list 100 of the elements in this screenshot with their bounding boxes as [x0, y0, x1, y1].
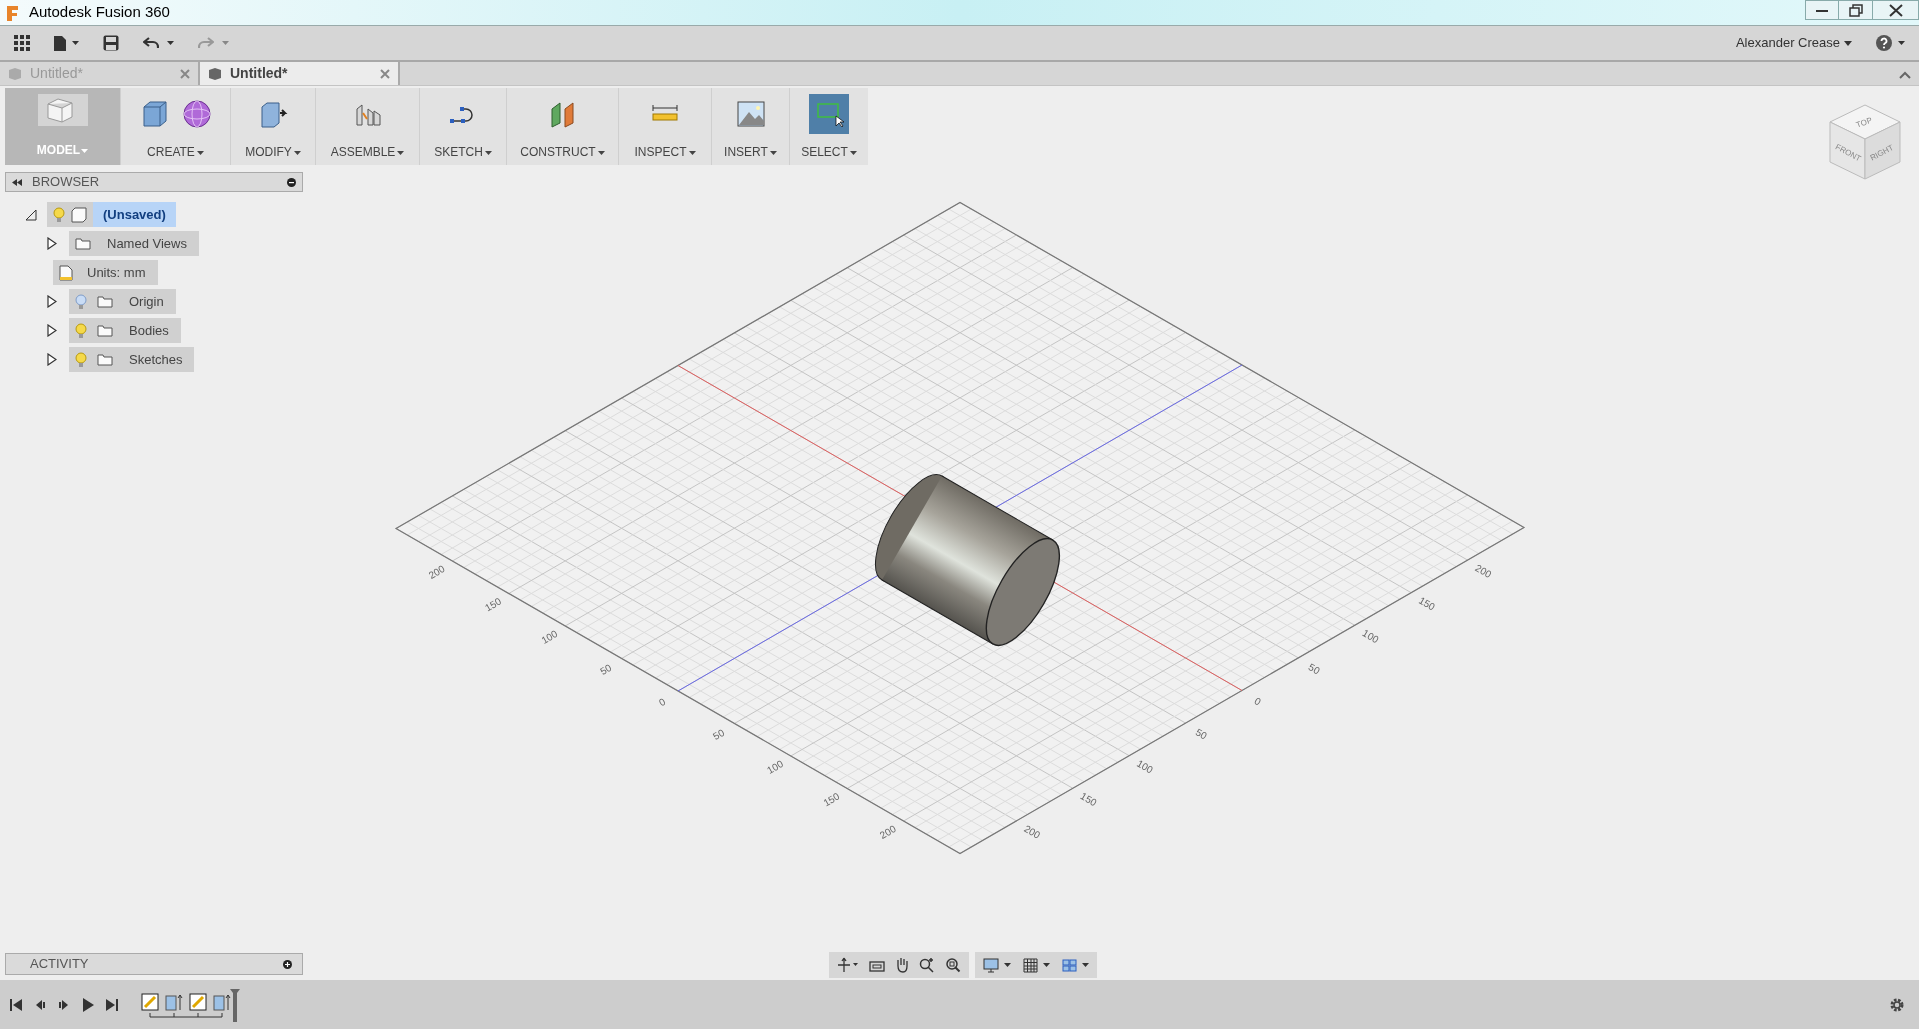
restore-button[interactable]	[1839, 0, 1873, 20]
tree-node[interactable]: Named Views	[69, 231, 199, 256]
step-forward-icon[interactable]	[58, 997, 70, 1012]
caret-icon	[1844, 40, 1852, 46]
grid-scale-label: 150	[1416, 594, 1437, 613]
dropdown-caret-icon	[1898, 41, 1905, 45]
panel-title: BROWSER	[32, 173, 100, 192]
save-icon[interactable]	[103, 35, 119, 51]
zoom-fit-icon[interactable]	[945, 957, 961, 973]
tab-title: Untitled*	[230, 64, 288, 83]
grid-scale-label: 200	[877, 823, 898, 841]
folder-icon	[97, 295, 113, 308]
folder-icon	[97, 353, 113, 366]
plus-circle-icon[interactable]	[283, 959, 292, 969]
expand-triangle-icon[interactable]	[47, 295, 57, 308]
grid-scale-label: 100	[539, 628, 560, 646]
redo-arrow-icon	[198, 37, 214, 49]
close-button[interactable]	[1873, 0, 1919, 20]
settings-icon[interactable]	[1889, 996, 1905, 1013]
cube-outline-icon	[37, 94, 88, 126]
document-ruler-icon	[59, 264, 73, 281]
timeline-features-drawing[interactable]	[140, 987, 240, 1022]
help-button[interactable]	[1876, 35, 1905, 51]
pin-icon[interactable]	[287, 177, 296, 187]
user-menu-button[interactable]: Alexander Crease	[1735, 33, 1852, 53]
grid-scale-label: 150	[483, 595, 504, 614]
skip-to-end-icon[interactable]	[106, 997, 118, 1012]
window-title: Autodesk Fusion 360	[29, 2, 170, 23]
minimize-icon	[1816, 8, 1828, 12]
dropdown-caret-icon	[1043, 963, 1050, 967]
dropdown-caret-icon	[1082, 963, 1089, 967]
document-tab[interactable]: Untitled*	[200, 62, 400, 85]
collapse-panel-icon[interactable]	[12, 178, 22, 186]
sphere-icon	[181, 99, 212, 129]
grid-scale-label: 50	[598, 661, 614, 677]
orbit-icon[interactable]	[837, 957, 859, 973]
hand-pan-icon[interactable]	[895, 957, 909, 973]
panel-title: ACTIVITY	[30, 955, 89, 974]
ribbon-tool-group[interactable]: INSERT	[711, 88, 789, 165]
undo-arrow-icon	[143, 37, 159, 49]
expand-triangle-icon[interactable]	[47, 353, 57, 366]
tree-node[interactable]: Sketches	[69, 347, 195, 372]
tree-node[interactable]: Origin	[69, 289, 176, 314]
grid-settings-button[interactable]	[1023, 957, 1050, 973]
restore-icon	[1848, 3, 1863, 17]
tree-node[interactable]: Units: mm	[53, 260, 158, 285]
tab-title: Untitled*	[30, 64, 83, 83]
ribbon-tool-group[interactable]: CREATE	[120, 88, 230, 165]
grid-scale-label: 50	[1306, 661, 1322, 677]
component-icon	[71, 206, 87, 223]
ribbon-tool-group[interactable]: CONSTRUCT	[506, 88, 618, 165]
viewports-button[interactable]	[1062, 958, 1089, 972]
ribbon-tool-group[interactable]: MODIFY	[230, 88, 315, 165]
cube-icon	[208, 66, 222, 81]
apps-grid-icon[interactable]	[14, 35, 30, 51]
collapse-ribbon-icon[interactable]	[1899, 71, 1911, 79]
tree-node[interactable]: Bodies	[69, 318, 181, 343]
expand-triangle-icon[interactable]	[47, 237, 57, 250]
file-icon	[54, 35, 66, 51]
grid-scale-label: 150	[821, 790, 842, 809]
grid-scale-label: 200	[426, 563, 447, 581]
zoom-icon[interactable]	[919, 957, 935, 973]
step-back-icon[interactable]	[34, 997, 46, 1012]
close-icon	[1888, 3, 1903, 17]
grid-scale-label: 150	[1078, 790, 1099, 809]
look-at-icon[interactable]	[869, 958, 885, 972]
collapse-triangle-icon[interactable]	[25, 208, 37, 221]
close-icon[interactable]	[380, 68, 390, 79]
caret-icon	[81, 148, 89, 153]
ribbon-tool-group[interactable]: SELECT	[789, 88, 868, 165]
grid-scale-label: 100	[1134, 757, 1155, 776]
app-logo-icon	[5, 3, 21, 22]
caret-icon	[849, 150, 857, 155]
display-settings-button[interactable]	[983, 957, 1011, 973]
expand-triangle-icon[interactable]	[47, 324, 57, 337]
grid-scale-label: 100	[765, 758, 786, 776]
caret-icon	[769, 150, 777, 155]
file-menu-button[interactable]	[54, 35, 79, 51]
ribbon-tool-group[interactable]: INSPECT	[618, 88, 711, 165]
tree-node[interactable]: (Unsaved)	[47, 202, 176, 227]
grid-scale-label: 200	[1473, 562, 1494, 580]
caret-icon	[484, 150, 492, 155]
minimize-button[interactable]	[1805, 0, 1839, 20]
undo-button[interactable]	[143, 37, 174, 49]
caret-icon	[397, 150, 405, 155]
caret-icon	[293, 150, 301, 155]
dropdown-caret-icon	[72, 41, 79, 45]
dropdown-caret-icon	[1004, 963, 1011, 967]
skip-to-start-icon[interactable]	[10, 997, 22, 1012]
grid-scale-label: 200	[1022, 822, 1043, 841]
play-icon[interactable]	[82, 997, 94, 1012]
grid-scale-label: 100	[1360, 627, 1381, 646]
caret-icon	[597, 150, 605, 155]
folder-icon	[75, 237, 91, 250]
push-pull-icon	[258, 99, 288, 129]
ribbon-tool-group[interactable]: ASSEMBLE	[315, 88, 419, 165]
ribbon-tool-group[interactable]: SKETCH	[419, 88, 506, 165]
dropdown-caret-icon	[222, 41, 229, 45]
help-icon	[1876, 35, 1892, 51]
window-panes-icon	[1062, 958, 1077, 972]
